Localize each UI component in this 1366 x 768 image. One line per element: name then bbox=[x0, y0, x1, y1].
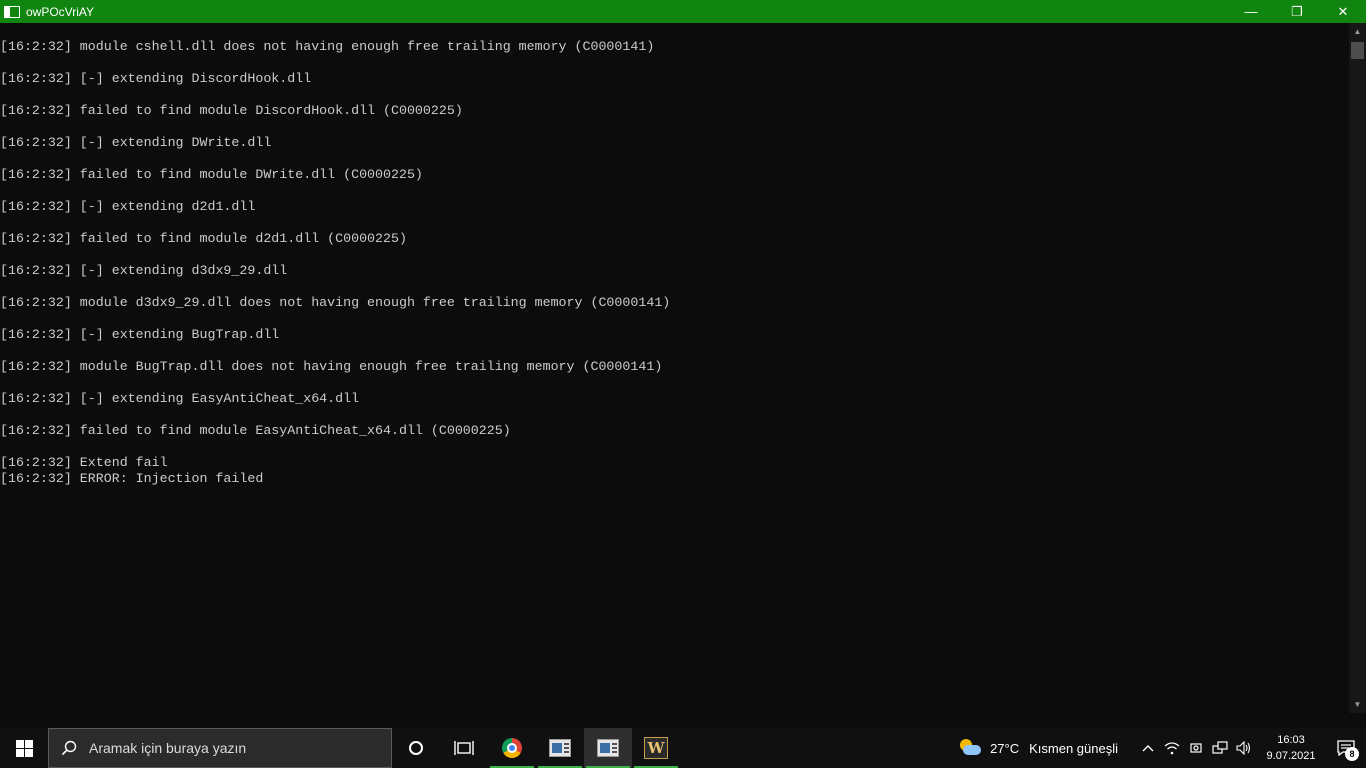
close-button[interactable]: ✕ bbox=[1320, 0, 1366, 23]
console-line: [16:2:32] failed to find module DWrite.d… bbox=[0, 167, 423, 182]
window-controls: — ❐ ✕ bbox=[1228, 0, 1366, 23]
console-line: [16:2:32] failed to find module EasyAnti… bbox=[0, 423, 511, 438]
taskbar-clock[interactable]: 16:03 9.07.2021 bbox=[1256, 732, 1326, 764]
taskbar-search-box[interactable]: Aramak için buraya yazın bbox=[48, 728, 392, 768]
console-line: [16:2:32] [-] extending d2d1.dll bbox=[0, 199, 256, 214]
clock-date: 9.07.2021 bbox=[1266, 750, 1316, 762]
start-button[interactable] bbox=[0, 728, 48, 768]
window-title: owPOcVriAY bbox=[26, 4, 95, 19]
task-view-button[interactable] bbox=[440, 728, 488, 768]
minimize-button[interactable]: — bbox=[1228, 0, 1274, 23]
chrome-icon bbox=[502, 738, 522, 758]
console-line: [16:2:32] [-] extending DWrite.dll bbox=[0, 135, 272, 150]
console-output[interactable]: [16:2:32] module cshell.dll does not hav… bbox=[0, 23, 1349, 713]
terminal-active-icon bbox=[597, 739, 619, 757]
search-icon bbox=[49, 740, 89, 756]
terminal-icon bbox=[549, 739, 571, 757]
weather-temp: 27°C bbox=[990, 740, 1020, 756]
task-view-icon bbox=[454, 741, 474, 755]
window-titlebar[interactable]: owPOcVriAY — ❐ ✕ bbox=[0, 0, 1366, 23]
taskbar-terminal-active[interactable] bbox=[584, 728, 632, 768]
taskbar: Aramak için buraya yazın W 27°C Kısmen g… bbox=[0, 728, 1366, 768]
vertical-scrollbar[interactable]: ▲ ▼ bbox=[1349, 23, 1366, 713]
notification-count-badge: 8 bbox=[1345, 747, 1359, 761]
network-icon[interactable] bbox=[1208, 728, 1232, 768]
console-line: [16:2:32] [-] extending d3dx9_29.dll bbox=[0, 263, 288, 278]
taskbar-chrome[interactable] bbox=[488, 728, 536, 768]
scroll-down-icon[interactable]: ▼ bbox=[1349, 696, 1366, 713]
console-app-icon bbox=[4, 5, 20, 18]
search-placeholder: Aramak için buraya yazın bbox=[89, 740, 247, 756]
system-tray: 27°C Kısmen güneşli 16:03 9.07.2021 8 bbox=[960, 728, 1366, 768]
console-line: [16:2:32] [-] extending BugTrap.dll bbox=[0, 327, 280, 342]
clock-time: 16:03 bbox=[1277, 734, 1305, 746]
console-line: [16:2:32] [-] extending DiscordHook.dll bbox=[0, 71, 312, 86]
console-line: [16:2:32] module BugTrap.dll does not ha… bbox=[0, 359, 663, 374]
w-app-icon: W bbox=[644, 737, 668, 759]
weather-desc: Kısmen güneşli bbox=[1029, 740, 1118, 756]
taskbar-terminal[interactable] bbox=[536, 728, 584, 768]
volume-icon[interactable] bbox=[1232, 728, 1256, 768]
console-line: [16:2:32] module d3dx9_29.dll does not h… bbox=[0, 295, 671, 310]
console-line: [16:2:32] ERROR: Injection failed bbox=[0, 471, 264, 486]
weather-widget[interactable]: 27°C Kısmen güneşli bbox=[960, 739, 1118, 757]
console-line: [16:2:32] [-] extending EasyAntiCheat_x6… bbox=[0, 391, 360, 406]
restore-button[interactable]: ❐ bbox=[1274, 0, 1320, 23]
notification-center-button[interactable]: 8 bbox=[1326, 728, 1366, 768]
partly-sunny-icon bbox=[960, 739, 982, 757]
location-icon[interactable] bbox=[1184, 728, 1208, 768]
cortana-button[interactable] bbox=[392, 728, 440, 768]
console-line: [16:2:32] failed to find module DiscordH… bbox=[0, 103, 463, 118]
scroll-up-icon[interactable]: ▲ bbox=[1349, 23, 1366, 40]
console-line: [16:2:32] module cshell.dll does not hav… bbox=[0, 39, 655, 54]
windows-icon bbox=[15, 739, 33, 757]
console-line: [16:2:32] Extend fail bbox=[0, 455, 168, 470]
chevron-up-icon[interactable] bbox=[1136, 728, 1160, 768]
scroll-thumb[interactable] bbox=[1351, 42, 1364, 59]
wifi-icon[interactable] bbox=[1160, 728, 1184, 768]
taskbar-w-app[interactable]: W bbox=[632, 728, 680, 768]
cortana-icon bbox=[409, 741, 423, 755]
console-line: [16:2:32] failed to find module d2d1.dll… bbox=[0, 231, 407, 246]
